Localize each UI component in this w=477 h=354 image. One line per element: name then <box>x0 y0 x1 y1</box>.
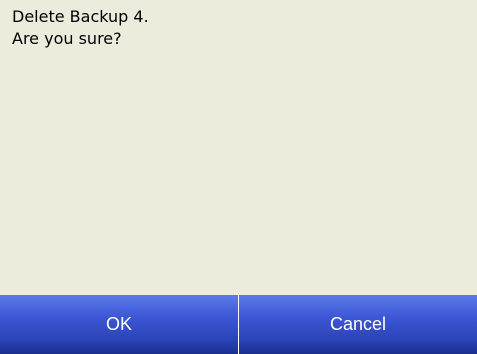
ok-button[interactable]: OK <box>0 295 238 354</box>
cancel-button[interactable]: Cancel <box>239 295 477 354</box>
dialog-button-bar: OK Cancel <box>0 295 477 354</box>
confirm-dialog: Delete Backup 4. Are you sure? OK Cancel <box>0 0 477 354</box>
message-line-question: Are you sure? <box>12 29 122 48</box>
cancel-button-label: Cancel <box>329 314 387 334</box>
dialog-message: Delete Backup 4. Are you sure? <box>12 6 465 50</box>
ok-button-label: OK <box>105 314 132 334</box>
message-line-title: Delete Backup 4. <box>12 7 149 26</box>
